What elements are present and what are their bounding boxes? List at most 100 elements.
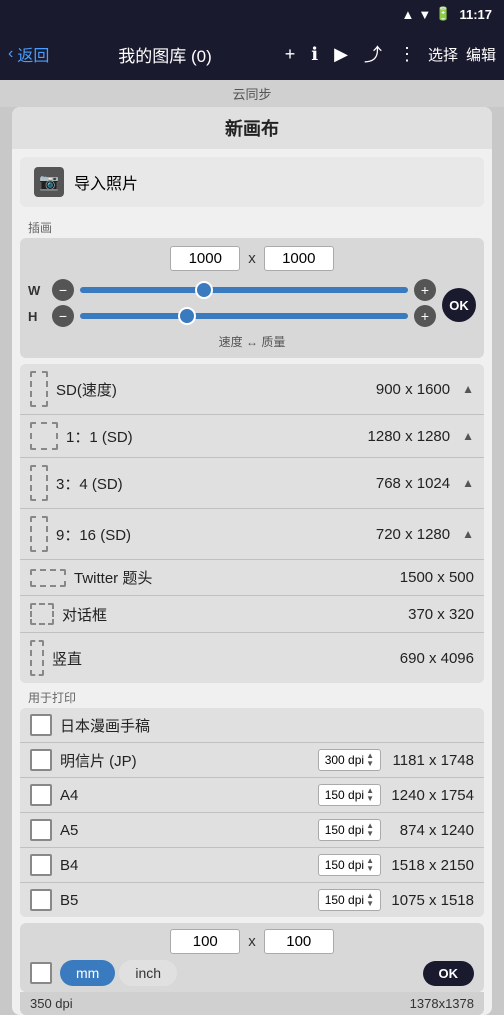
a4-dpi-selector[interactable]: 150 dpi ▲ ▼ xyxy=(318,784,381,806)
preset-name-1-1: 1：1 (SD) xyxy=(66,426,360,447)
list-item[interactable]: 1：1 (SD) 1280 x 1280 ▲ xyxy=(20,415,484,458)
bottom-size-display: 100 x 100 xyxy=(30,929,474,954)
import-photos-row[interactable]: 📷 导入照片 xyxy=(20,157,484,207)
list-item[interactable]: Twitter 题头 1500 x 500 xyxy=(20,560,484,596)
list-item[interactable]: 竖直 690 x 4096 xyxy=(20,633,484,683)
bottom-ok-button[interactable]: OK xyxy=(423,961,475,986)
height-minus-button[interactable]: − xyxy=(52,305,74,327)
a5-dpi-arrows[interactable]: ▲ ▼ xyxy=(366,822,374,838)
illustration-section-label: 插画 xyxy=(12,215,492,238)
nav-icons: + ℹ ▶ ⤴ ⋮ 选择 编辑 xyxy=(281,37,496,71)
dpi-down-arrow[interactable]: ▼ xyxy=(366,865,374,873)
mm-button[interactable]: mm xyxy=(60,960,115,986)
b4-dpi-arrows[interactable]: ▲ ▼ xyxy=(366,857,374,873)
info-button[interactable]: ℹ xyxy=(307,40,322,69)
dpi-down-arrow[interactable]: ▼ xyxy=(366,795,374,803)
b5-dpi-arrows[interactable]: ▲ ▼ xyxy=(366,892,374,908)
preset-thumbnail-9-16 xyxy=(30,516,48,552)
back-button[interactable]: ‹ 返回 xyxy=(8,42,49,66)
b5-dpi-selector[interactable]: 150 dpi ▲ ▼ xyxy=(318,889,381,911)
preset-size-sd: 900 x 1600 xyxy=(376,381,450,398)
list-item[interactable]: 明信片 (JP) 300 dpi ▲ ▼ 1181 x 1748 xyxy=(20,743,484,778)
postcard-dpi-value: 300 dpi xyxy=(325,753,364,767)
print-section: 日本漫画手稿 明信片 (JP) 300 dpi ▲ ▼ 1181 x 1748 … xyxy=(20,708,484,917)
cloud-sync-label: 云同步 xyxy=(232,87,271,102)
edit-button[interactable]: 编辑 xyxy=(466,44,496,65)
postcard-dpi-selector[interactable]: 300 dpi ▲ ▼ xyxy=(318,749,381,771)
dpi-down-arrow[interactable]: ▼ xyxy=(366,760,374,768)
width-slider[interactable] xyxy=(80,287,408,293)
list-item[interactable]: A5 150 dpi ▲ ▼ 874 x 1240 xyxy=(20,813,484,848)
height-slider[interactable] xyxy=(80,313,408,319)
b4-dpi-value: 150 dpi xyxy=(325,858,364,872)
bottom-width-display[interactable]: 100 xyxy=(170,929,240,954)
more-button[interactable]: ⋮ xyxy=(394,40,420,69)
preset-thumbnail-sd xyxy=(30,371,48,407)
a4-size: 1240 x 1754 xyxy=(389,787,474,804)
dpi-down-arrow[interactable]: ▼ xyxy=(366,900,374,908)
height-label: H xyxy=(28,309,46,324)
preset-size-3-4: 768 x 1024 xyxy=(376,475,450,492)
postcard-dpi-arrows[interactable]: ▲ ▼ xyxy=(366,752,374,768)
cloud-sync-bar: 云同步 xyxy=(0,80,504,107)
list-item[interactable]: B5 150 dpi ▲ ▼ 1075 x 1518 xyxy=(20,883,484,917)
preset-size-twitter: 1500 x 500 xyxy=(400,569,474,586)
list-item[interactable]: B4 150 dpi ▲ ▼ 1518 x 2150 xyxy=(20,848,484,883)
postcard-checkbox[interactable] xyxy=(30,749,52,771)
list-item[interactable]: 3：4 (SD) 768 x 1024 ▲ xyxy=(20,458,484,509)
b4-size: 1518 x 2150 xyxy=(389,857,474,874)
b5-size: 1075 x 1518 xyxy=(389,892,474,909)
inch-button[interactable]: inch xyxy=(119,960,177,986)
a4-checkbox[interactable] xyxy=(30,784,52,806)
preset-name-twitter: Twitter 题头 xyxy=(74,567,392,588)
preset-thumbnail-1-1 xyxy=(30,422,58,450)
list-item[interactable]: 9：16 (SD) 720 x 1280 ▲ xyxy=(20,509,484,560)
size-separator: x xyxy=(248,250,256,267)
preset-arrow-1-1: ▲ xyxy=(462,429,474,443)
b4-checkbox[interactable] xyxy=(30,854,52,876)
a5-dpi-selector[interactable]: 150 dpi ▲ ▼ xyxy=(318,819,381,841)
camera-icon: 📷 xyxy=(34,167,64,197)
unit-ok-row: mm inch OK xyxy=(30,960,474,986)
presets-section: SD(速度) 900 x 1600 ▲ 1：1 (SD) 1280 x 1280… xyxy=(20,364,484,683)
a4-dpi-arrows[interactable]: ▲ ▼ xyxy=(366,787,374,803)
a5-name: A5 xyxy=(60,822,310,839)
bottom-controls: 100 x 100 mm inch OK xyxy=(20,923,484,992)
canvas-width-display[interactable]: 1000 xyxy=(170,246,240,271)
nav-title: 我的图库 (0) xyxy=(49,42,280,67)
battery-icon: 🔋 xyxy=(435,6,451,22)
canvas-controls: 1000 x 1000 W − + H − xyxy=(20,238,484,358)
b5-checkbox[interactable] xyxy=(30,889,52,911)
share-button[interactable]: ⤴ xyxy=(360,37,386,71)
last-row: 350 dpi 1378x1378 xyxy=(20,992,484,1015)
canvas-height-display[interactable]: 1000 xyxy=(264,246,334,271)
preset-name-vertical: 竖直 xyxy=(52,648,392,669)
preset-arrow-sd: ▲ xyxy=(462,382,474,396)
list-item[interactable]: 日本漫画手稿 xyxy=(20,708,484,743)
select-button[interactable]: 选择 xyxy=(428,44,458,65)
canvas-ok-button[interactable]: OK xyxy=(442,288,476,322)
b4-dpi-selector[interactable]: 150 dpi ▲ ▼ xyxy=(318,854,381,876)
manga-name: 日本漫画手稿 xyxy=(60,715,474,736)
list-item[interactable]: SD(速度) 900 x 1600 ▲ xyxy=(20,364,484,415)
manga-checkbox[interactable] xyxy=(30,714,52,736)
width-minus-button[interactable]: − xyxy=(52,279,74,301)
preset-thumbnail-dialog xyxy=(30,603,54,625)
bottom-checkbox[interactable] xyxy=(30,962,52,984)
canvas-size-display: 1000 x 1000 xyxy=(28,246,476,271)
postcard-name: 明信片 (JP) xyxy=(60,750,310,771)
add-button[interactable]: + xyxy=(281,40,300,69)
bottom-height-display[interactable]: 100 xyxy=(264,929,334,954)
status-icons: ▲ ▼ 🔋 xyxy=(402,6,452,22)
print-section-label: 用于打印 xyxy=(12,683,492,708)
list-item[interactable]: A4 150 dpi ▲ ▼ 1240 x 1754 xyxy=(20,778,484,813)
preset-arrow-3-4: ▲ xyxy=(462,476,474,490)
dpi-down-arrow[interactable]: ▼ xyxy=(366,830,374,838)
list-item[interactable]: 对话框 370 x 320 xyxy=(20,596,484,633)
dpi-up-arrow[interactable]: ▲ xyxy=(366,892,374,900)
width-plus-button[interactable]: + xyxy=(414,279,436,301)
b5-name: B5 xyxy=(60,892,310,909)
a5-checkbox[interactable] xyxy=(30,819,52,841)
height-plus-button[interactable]: + xyxy=(414,305,436,327)
play-button[interactable]: ▶ xyxy=(330,40,352,69)
